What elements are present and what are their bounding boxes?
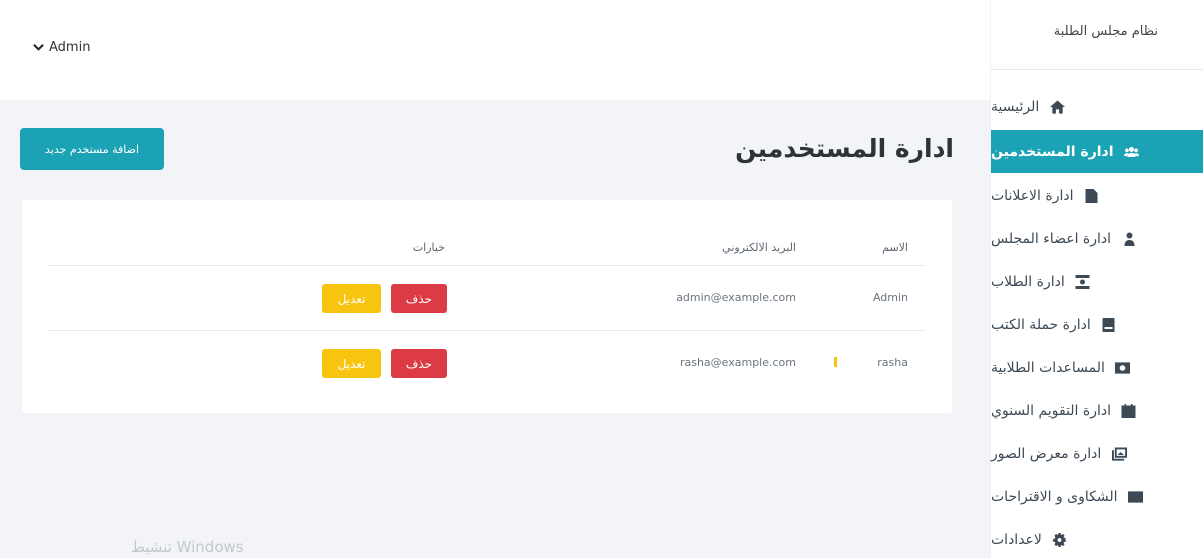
add-user-button[interactable]: اضافة مستخدم جديد [20,128,164,170]
table-row: rasha rasha@example.com تعديل حذف [48,331,926,396]
users-table: الاسم البريد الالكتروني خيارات Admin adm… [48,230,926,396]
sidebar-item-book-campaign[interactable]: ادارة حملة الكتب [991,305,1203,345]
sidebar-item-label: ادارة التقويم السنوي [991,403,1111,419]
file-icon [1083,189,1099,203]
sidebar-item-announcements[interactable]: ادارة الاعلانات [991,176,1203,216]
cell-email: rasha@example.com [679,356,796,369]
sidebar-item-label: المساعدات الطلابية [991,360,1105,376]
home-icon [1049,100,1065,114]
sidebar: نظام مجلس الطلبة الرئيسية ادارة المستخدم… [990,0,1203,558]
table-row: Admin admin@example.com تعديل حذف [48,266,926,331]
row-actions: تعديل حذف [322,284,447,313]
user-name: Admin [49,40,91,55]
sidebar-item-complaints[interactable]: الشكاوى و الاقتراحات [991,477,1203,517]
main-content: ادارة المستخدمين اضافة مستخدم جديد الاسم… [0,100,990,558]
sidebar-item-label: ادارة حملة الكتب [991,317,1091,333]
top-bar: Admin [0,0,990,100]
sidebar-item-label: الرئيسية [991,99,1040,115]
user-menu[interactable]: Admin [33,40,90,55]
windows-activation-watermark: تنشيط Windows [131,538,244,556]
chevron-down-icon [33,44,44,51]
cell-name: rasha [877,356,908,369]
sidebar-item-label: الشكاوى و الاقتراحات [991,489,1118,505]
brand-title: نظام مجلس الطلبة [991,0,1203,70]
sidebar-item-label: ادارة الاعلانات [991,188,1074,204]
edit-button[interactable]: تعديل [322,349,381,378]
sidebar-item-settings[interactable]: لاعدادات [991,520,1203,558]
header-options: خيارات [412,241,445,254]
text-cursor-marker [834,357,837,367]
sidebar-item-students[interactable]: ادارة الطلاب [991,262,1203,302]
cell-email: admin@example.com [676,291,796,304]
sidebar-item-label: ادارة معرض الصور [991,446,1102,462]
sidebar-item-users[interactable]: ادارة المستخدمين [991,130,1203,173]
table-header: الاسم البريد الالكتروني خيارات [48,230,926,266]
money-icon [1115,361,1131,375]
calendar-icon [1121,404,1137,418]
delete-button[interactable]: حذف [391,349,447,378]
sidebar-item-home[interactable]: الرئيسية [991,87,1203,127]
delete-button[interactable]: حذف [391,284,447,313]
gear-icon [1052,533,1068,547]
page-title: ادارة المستخدمين [735,134,954,163]
sidebar-item-council-members[interactable]: ادارة اعضاء المجلس [991,219,1203,259]
sidebar-item-label: ادارة المستخدمين [991,143,1114,160]
header-name: الاسم [882,241,908,254]
sitemap-icon [1121,232,1137,246]
sidebar-item-student-aid[interactable]: المساعدات الطلابية [991,348,1203,388]
users-icon [1124,145,1140,159]
sidebar-item-calendar[interactable]: ادارة التقويم السنوي [991,391,1203,431]
envelope-icon [1128,490,1144,504]
book-icon [1101,318,1117,332]
sidebar-item-label: ادارة الطلاب [991,274,1065,290]
images-icon [1111,447,1127,461]
sidebar-nav: الرئيسية ادارة المستخدمين ادارة الاعلانا… [991,70,1203,558]
sidebar-item-label: لاعدادات [991,532,1042,548]
row-actions: تعديل حذف [322,349,447,378]
student-icon [1075,275,1091,289]
sidebar-item-gallery[interactable]: ادارة معرض الصور [991,434,1203,474]
cell-name: Admin [872,291,908,304]
sidebar-item-label: ادارة اعضاء المجلس [991,231,1112,247]
users-card: الاسم البريد الالكتروني خيارات Admin adm… [22,200,952,413]
header-email: البريد الالكتروني [722,241,796,254]
edit-button[interactable]: تعديل [322,284,381,313]
